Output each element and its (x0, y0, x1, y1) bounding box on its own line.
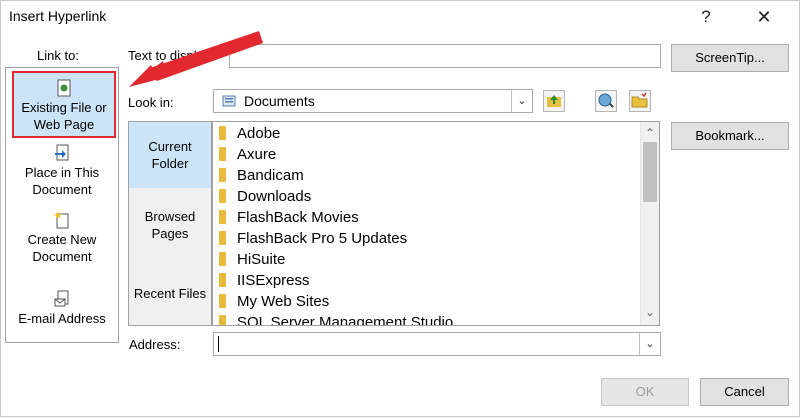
insert-hyperlink-dialog: Insert Hyperlink ? ✕ Link to: Existing F… (0, 0, 800, 417)
annotation-arrow-icon (129, 31, 263, 87)
